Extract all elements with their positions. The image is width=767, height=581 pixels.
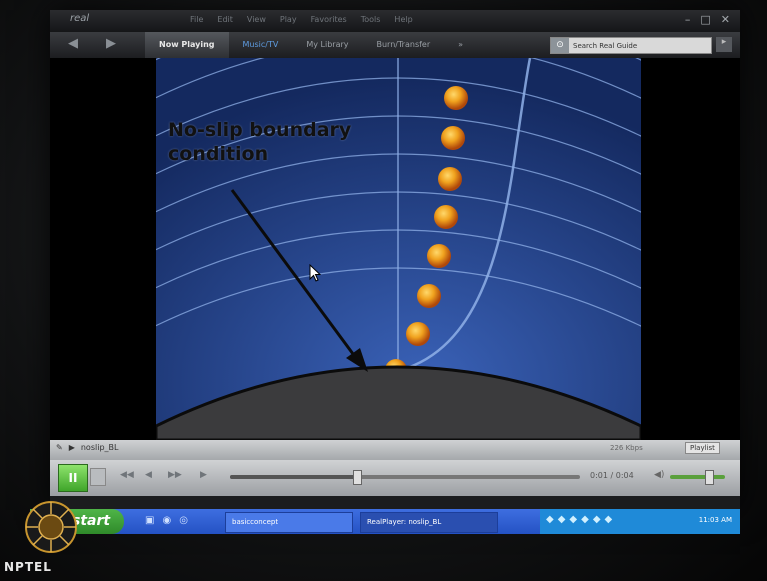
browser-icon[interactable]: ◉ bbox=[162, 515, 171, 526]
tray-icon[interactable]: ◆ bbox=[569, 514, 577, 525]
task-realplayer[interactable]: RealPlayer: noslip_BL bbox=[360, 512, 498, 533]
bitrate: 226 Kbps bbox=[610, 444, 643, 452]
ball bbox=[417, 284, 441, 308]
forward-arrow-icon[interactable]: ▶ bbox=[100, 36, 122, 54]
menu-tools[interactable]: Tools bbox=[361, 15, 381, 24]
slide-title-line: No-slip boundary bbox=[168, 119, 352, 141]
clip-info-bar: ✎ ▶ noslip_BL 226 Kbps Playlist bbox=[50, 440, 740, 460]
tab-bar: Now Playing Music/TV My Library Burn/Tra… bbox=[145, 32, 477, 58]
previous-icon[interactable]: ◀◀ bbox=[120, 470, 134, 480]
tray-icon[interactable]: ◆ bbox=[593, 514, 601, 525]
tab-now-playing[interactable]: Now Playing bbox=[145, 32, 229, 58]
menu-edit[interactable]: Edit bbox=[217, 15, 233, 24]
volume-thumb[interactable] bbox=[705, 470, 714, 485]
tray-icon[interactable]: ◆ bbox=[581, 514, 589, 525]
taskbar: start ▣ ◉ ◎ basicconcept RealPlayer: nos… bbox=[30, 509, 740, 534]
mouse-cursor-icon bbox=[309, 264, 321, 282]
minimize-button[interactable]: – bbox=[685, 13, 691, 26]
app-logo: real bbox=[70, 13, 90, 24]
ball bbox=[427, 244, 451, 268]
menu-favorites[interactable]: Favorites bbox=[311, 15, 347, 24]
seek-thumb[interactable] bbox=[353, 470, 362, 485]
clock: 11:03 AM bbox=[698, 516, 732, 524]
media-icon[interactable]: ◎ bbox=[179, 515, 188, 526]
realplayer-window: real File Edit View Play Favorites Tools… bbox=[50, 10, 740, 510]
fast-forward-icon[interactable]: ▶ bbox=[200, 470, 207, 480]
ball bbox=[438, 167, 462, 191]
tray-icons: ◆ ◆ ◆ ◆ ◆ ◆ bbox=[546, 514, 612, 525]
window-controls: – □ ✕ bbox=[685, 13, 730, 26]
ball bbox=[444, 86, 468, 110]
nptel-watermark: NPTEL bbox=[4, 560, 52, 574]
system-tray: ◆ ◆ ◆ ◆ ◆ ◆ 11:03 AM bbox=[540, 509, 740, 534]
tab-music-tv[interactable]: Music/TV bbox=[229, 32, 293, 58]
seek-bar[interactable] bbox=[230, 470, 580, 485]
maximize-button[interactable]: □ bbox=[700, 13, 710, 26]
search-box[interactable]: ⊙ Search Real Guide bbox=[550, 37, 712, 54]
task-basicconcept[interactable]: basicconcept bbox=[225, 512, 353, 533]
edit-icon[interactable]: ✎ bbox=[56, 443, 63, 452]
rewind-icon[interactable]: ◀ bbox=[145, 470, 152, 480]
menu-file[interactable]: File bbox=[190, 15, 203, 24]
search-input[interactable]: Search Real Guide bbox=[569, 42, 637, 50]
menu-play[interactable]: Play bbox=[280, 15, 297, 24]
tab-burn-transfer[interactable]: Burn/Transfer bbox=[363, 32, 445, 58]
stop-button[interactable] bbox=[90, 468, 106, 486]
play-small-icon: ▶ bbox=[68, 443, 75, 452]
next-icon[interactable]: ▶▶ bbox=[168, 470, 182, 480]
lecture-slide: No-slip boundary condition bbox=[156, 58, 641, 440]
search-go-button[interactable]: ▸ bbox=[716, 37, 732, 52]
ball bbox=[434, 205, 458, 229]
tab-my-library[interactable]: My Library bbox=[292, 32, 362, 58]
volume-slider[interactable] bbox=[670, 470, 725, 485]
volume-icon[interactable]: ◀) bbox=[654, 470, 664, 480]
seek-progress bbox=[230, 475, 356, 479]
menu-help[interactable]: Help bbox=[394, 15, 412, 24]
playlist-button[interactable]: Playlist bbox=[685, 442, 720, 454]
title-bar: real File Edit View Play Favorites Tools… bbox=[50, 10, 740, 32]
back-arrow-icon[interactable]: ◀ bbox=[62, 36, 84, 54]
nptel-logo-icon bbox=[25, 501, 77, 553]
ball bbox=[441, 126, 465, 150]
menu-view[interactable]: View bbox=[247, 15, 266, 24]
tray-icon[interactable]: ◆ bbox=[605, 514, 613, 525]
monitor-frame: real File Edit View Play Favorites Tools… bbox=[0, 0, 767, 581]
pause-button[interactable]: II bbox=[58, 464, 88, 492]
menu-bar: File Edit View Play Favorites Tools Help bbox=[190, 15, 413, 24]
quick-launch: ▣ ◉ ◎ bbox=[145, 515, 188, 526]
clip-name: noslip_BL bbox=[80, 443, 119, 452]
clip-info: ✎ ▶ noslip_BL bbox=[56, 443, 118, 452]
time-display: 0:01 / 0:04 bbox=[590, 471, 634, 480]
playback-controls: II ◀◀ ◀ ▶▶ ▶ 0:01 / 0:04 ◀) bbox=[50, 460, 740, 496]
slide-title: No-slip boundary condition bbox=[168, 118, 351, 166]
ball bbox=[406, 322, 430, 346]
video-area[interactable]: No-slip boundary condition bbox=[50, 58, 740, 440]
tab-more[interactable]: » bbox=[444, 32, 477, 58]
slide-diagram bbox=[156, 58, 641, 440]
desktop-icon[interactable]: ▣ bbox=[145, 515, 154, 526]
navigation-bar: ◀ ▶ Now Playing Music/TV My Library Burn… bbox=[50, 32, 740, 58]
tray-icon[interactable]: ◆ bbox=[558, 514, 566, 525]
search-icon[interactable]: ⊙ bbox=[551, 38, 569, 53]
tray-icon[interactable]: ◆ bbox=[546, 514, 554, 525]
slide-title-line: condition bbox=[168, 143, 269, 165]
close-button[interactable]: ✕ bbox=[721, 13, 730, 26]
